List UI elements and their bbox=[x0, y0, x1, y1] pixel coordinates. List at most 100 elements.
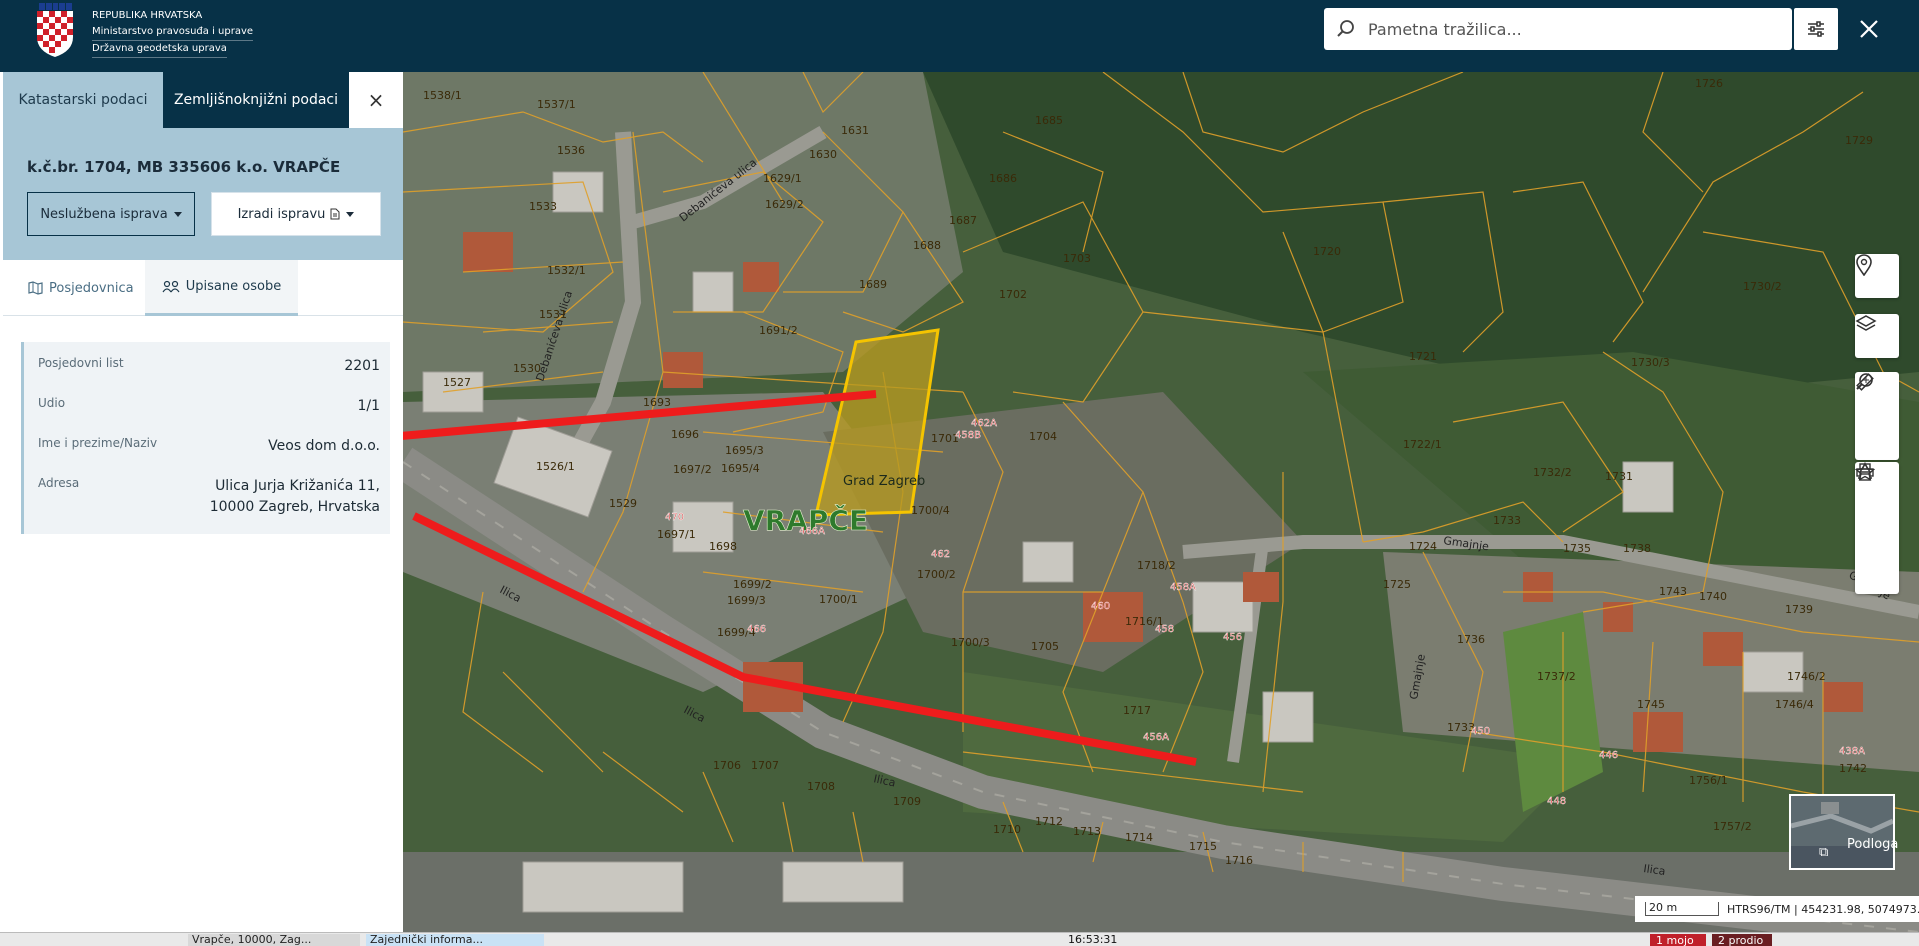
organization-name: REPUBLIKA HRVATSKA Ministarstvo pravosuđ… bbox=[92, 8, 254, 58]
parcel-number: 1631 bbox=[841, 124, 869, 137]
location-pin-icon[interactable] bbox=[1855, 254, 1899, 298]
org-line-3: Državna geodetska uprava bbox=[92, 41, 227, 58]
tab-land-registry-data[interactable]: Zemljišnoknjižni podaci bbox=[163, 72, 349, 128]
basemap-switcher-button[interactable]: ⧉ Podloga bbox=[1789, 794, 1899, 870]
parcel-number: 1736 bbox=[1457, 633, 1485, 646]
map-tool-layers[interactable] bbox=[1855, 314, 1899, 358]
cadastral-map[interactable]: Ilica Ilica Ilica Ilica Debanićeva ulica… bbox=[403, 72, 1919, 932]
info-value: 1/1 bbox=[357, 398, 380, 414]
parcel-number: 1726 bbox=[1695, 77, 1723, 90]
parcel-number: 1713 bbox=[1073, 825, 1101, 838]
parcel-number: 1725 bbox=[1383, 578, 1411, 591]
unofficial-document-button[interactable]: Neslužbena isprava bbox=[27, 192, 195, 236]
create-document-label: Izradi ispravu bbox=[237, 206, 326, 222]
info-label: Ime i prezime/Naziv bbox=[38, 436, 158, 450]
place-label-grad-zagreb: Grad Zagreb bbox=[843, 474, 925, 489]
map-tool-location[interactable] bbox=[1855, 254, 1899, 298]
parcel-number: 1738 bbox=[1623, 542, 1651, 555]
layers-icon[interactable] bbox=[1855, 314, 1899, 358]
parcel-number: 1702 bbox=[999, 288, 1027, 301]
parcel-number: 1697/1 bbox=[657, 528, 696, 541]
parcel-number: 1698 bbox=[709, 540, 737, 553]
parcel-number: 1696 bbox=[671, 428, 699, 441]
parcel-number: 1707 bbox=[751, 759, 779, 772]
taskbar-badge-dark[interactable]: 2 prodio bbox=[1712, 934, 1772, 946]
house-number: 460 bbox=[1091, 601, 1110, 612]
info-row-share: Udio 1/1 bbox=[38, 396, 380, 424]
caret-down-icon bbox=[346, 211, 355, 217]
parcel-number: 1700/2 bbox=[917, 568, 956, 581]
parcel-number: 1629/1 bbox=[763, 172, 802, 185]
house-number: 456A bbox=[1143, 732, 1169, 743]
search-icon bbox=[1324, 19, 1368, 39]
map-canvas[interactable]: Ilica Ilica Ilica Ilica Debanićeva ulica… bbox=[403, 72, 1919, 932]
house-number: 458A bbox=[1170, 582, 1196, 593]
parcel-number: 1700/3 bbox=[951, 636, 990, 649]
search-input[interactable] bbox=[1368, 19, 1728, 39]
parcel-number: 1526/1 bbox=[536, 460, 575, 473]
house-number: 458B bbox=[955, 430, 981, 441]
print-icon[interactable] bbox=[1855, 463, 1899, 550]
house-number: 462 bbox=[931, 549, 950, 560]
subtab-posjedovnica-label: Posjedovnica bbox=[49, 280, 134, 296]
parcel-number: 1531 bbox=[539, 308, 567, 321]
parcel-number: 1710 bbox=[993, 823, 1021, 836]
info-row-owner-name: Ime i prezime/Naziv Veos dom d.o.o. bbox=[38, 436, 380, 464]
parcel-number: 1739 bbox=[1785, 603, 1813, 616]
parcel-number: 1735 bbox=[1563, 542, 1591, 555]
star-icon[interactable] bbox=[1855, 462, 1899, 594]
ruler-icon[interactable] bbox=[1855, 373, 1899, 460]
parcel-number: 1732/2 bbox=[1533, 466, 1572, 479]
create-document-button[interactable]: Izradi ispravu bbox=[211, 192, 381, 236]
house-number: 458 bbox=[1155, 624, 1174, 635]
org-line-1: REPUBLIKA HRVATSKA bbox=[92, 10, 203, 21]
smart-search-box[interactable] bbox=[1324, 8, 1792, 50]
info-row-address: Adresa Ulica Jurja Križanića 11, 10000 Z… bbox=[38, 476, 380, 524]
subtab-registered-persons[interactable]: Upisane osobe bbox=[145, 260, 298, 316]
owner-info-card: Posjedovni list 2201 Udio 1/1 Ime i prez… bbox=[21, 342, 390, 534]
address-line-1: Ulica Jurja Križanića 11, bbox=[215, 478, 380, 494]
map-tool-group-measure bbox=[1855, 372, 1899, 460]
tab-cadastral-data[interactable]: Katastarski podaci bbox=[3, 72, 163, 128]
parcel-number: 1704 bbox=[1029, 430, 1057, 443]
parcel-title: k.č.br. 1704, MB 335606 k.o. VRAPČE bbox=[27, 158, 341, 176]
parcel-number: 1688 bbox=[913, 239, 941, 252]
scale-bar: 20 m bbox=[1645, 902, 1719, 916]
parcel-number: 1740 bbox=[1699, 590, 1727, 603]
parcel-number: 1697/2 bbox=[673, 463, 712, 476]
parcel-number: 1718/2 bbox=[1137, 559, 1176, 572]
info-label: Adresa bbox=[38, 476, 80, 490]
parcel-number: 1538/1 bbox=[423, 89, 462, 102]
taskbar-item-map[interactable]: Vrapče, 10000, Zag... bbox=[188, 934, 360, 946]
parcel-number: 1746/2 bbox=[1787, 670, 1826, 683]
subtab-posjedovnica[interactable]: Posjedovnica bbox=[28, 260, 146, 316]
parcel-number: 1743 bbox=[1659, 585, 1687, 598]
parcel-number: 1733 bbox=[1493, 514, 1521, 527]
basemap-label: ⧉ Podloga bbox=[1819, 837, 1899, 860]
house-number: 450 bbox=[1471, 726, 1490, 737]
map-tool-group-actions bbox=[1855, 462, 1899, 594]
parcel-number: 1703 bbox=[1063, 252, 1091, 265]
house-number: 470 bbox=[665, 512, 684, 523]
close-panel-button[interactable]: × bbox=[349, 72, 403, 128]
parcel-number: 1686 bbox=[989, 172, 1017, 185]
info-value: Veos dom d.o.o. bbox=[268, 438, 380, 454]
close-app-button[interactable] bbox=[1850, 10, 1888, 48]
search-filter-button[interactable] bbox=[1794, 8, 1838, 50]
parcel-number: 1731 bbox=[1605, 470, 1633, 483]
taskbar-badge-red[interactable]: 1 mojo bbox=[1650, 934, 1706, 946]
panel-header: Katastarski podaci Zemljišnoknjižni poda… bbox=[3, 72, 403, 260]
house-number: 438A bbox=[1839, 746, 1865, 757]
house-number: 446 bbox=[1599, 750, 1618, 761]
house-number: 456 bbox=[1223, 632, 1242, 643]
parcel-number: 1533 bbox=[529, 200, 557, 213]
parcel-number: 1757/2 bbox=[1713, 820, 1752, 833]
parcel-number: 1737/2 bbox=[1537, 670, 1576, 683]
parcel-number: 1529 bbox=[609, 497, 637, 510]
parcel-number: 1685 bbox=[1035, 114, 1063, 127]
parcel-number: 1527 bbox=[443, 376, 471, 389]
map-book-icon bbox=[28, 281, 43, 295]
taskbar-item-info[interactable]: Zajednički informa... bbox=[366, 934, 544, 946]
parcel-number: 1706 bbox=[713, 759, 741, 772]
parcel-number: 1530 bbox=[513, 362, 541, 375]
